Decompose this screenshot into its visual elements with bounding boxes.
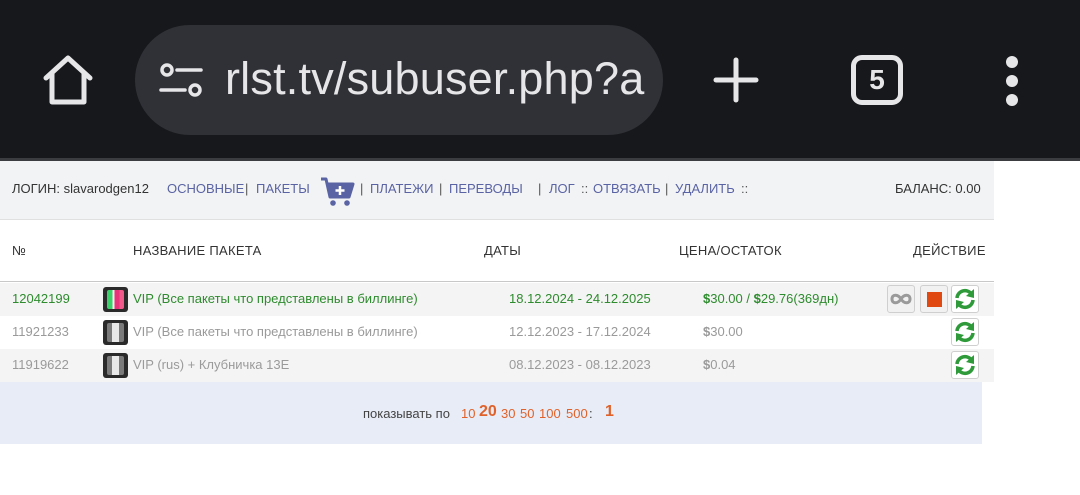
nav-separator: | — [665, 181, 669, 196]
page-size-option[interactable]: 50 — [520, 406, 534, 421]
balance-label: БАЛАНС: 0.00 — [895, 181, 981, 196]
nav-pakety-link[interactable]: ПАКЕТЫ — [256, 181, 310, 196]
tv-package-icon — [103, 320, 128, 345]
browser-toolbar: rlst.tv/subuser.php?a 5 — [0, 0, 1080, 158]
table-row: 11919622 VIP (rus) + Клубничка 13E 08.12… — [0, 349, 994, 382]
nav-udalit-link[interactable]: УДАЛИТЬ — [675, 181, 735, 196]
tv-package-icon — [103, 353, 128, 378]
renew-button[interactable] — [951, 318, 979, 346]
nav-platezhi-link[interactable]: ПЛАТЕЖИ — [370, 181, 434, 196]
new-tab-icon[interactable] — [712, 56, 760, 104]
nav-separator: :: — [741, 181, 749, 196]
current-page[interactable]: 1 — [605, 403, 614, 421]
infinity-icon — [890, 293, 912, 305]
col-price: ЦЕНА/ОСТАТОК — [679, 243, 782, 258]
package-id: 11919622 — [12, 357, 69, 372]
table-header: № НАЗВАНИЕ ПАКЕТА ДАТЫ ЦЕНА/ОСТАТОК ДЕЙС… — [0, 221, 994, 282]
refresh-icon — [955, 288, 975, 310]
col-package-name: НАЗВАНИЕ ПАКЕТА — [133, 243, 262, 258]
nav-osnovnye-link[interactable]: ОСНОВНЫЕ — [167, 181, 244, 196]
package-id: 11921233 — [12, 324, 69, 339]
nav-separator: | — [245, 181, 249, 196]
renew-button[interactable] — [951, 351, 979, 379]
stop-icon — [927, 292, 942, 307]
home-icon[interactable] — [40, 52, 96, 108]
package-name[interactable]: VIP (Все пакеты что представлены в билли… — [133, 291, 418, 306]
url-text[interactable]: rlst.tv/subuser.php?a — [225, 47, 644, 111]
package-price: $0.04 — [703, 357, 736, 372]
account-nav-bar: ЛОГИН: slavarodgen12 ОСНОВНЫЕ | ПАКЕТЫ |… — [0, 161, 994, 220]
login-label: ЛОГИН: slavarodgen12 — [12, 181, 149, 196]
package-id: 12042199 — [12, 291, 70, 306]
package-dates: 08.12.2023 - 08.12.2023 — [509, 357, 651, 372]
package-price: $30.00 — [703, 324, 743, 339]
table-row: 11921233 VIP (Все пакеты что представлен… — [0, 316, 994, 349]
nav-separator: :: — [581, 181, 589, 196]
site-settings-icon[interactable] — [159, 62, 203, 98]
page-size-option[interactable]: 500 — [566, 406, 588, 421]
page-size-option-selected[interactable]: 20 — [479, 403, 497, 421]
package-name[interactable]: VIP (rus) + Клубничка 13E — [133, 357, 289, 372]
page-size-label: показывать по — [363, 406, 450, 421]
tab-switcher-button[interactable]: 5 — [851, 55, 903, 105]
add-to-cart-icon[interactable] — [320, 175, 356, 207]
page-size-option[interactable]: 100 — [539, 406, 561, 421]
refresh-icon — [955, 354, 975, 376]
pager-colon: : — [589, 406, 593, 421]
col-num: № — [12, 243, 27, 258]
refresh-icon — [955, 321, 975, 343]
more-menu-icon[interactable] — [1003, 56, 1021, 106]
nav-log-link[interactable]: ЛОГ — [549, 181, 575, 196]
pagination-bar: показывать по 10 20 30 50 100 500 : 1 — [0, 382, 982, 444]
nav-otvyazat-link[interactable]: ОТВЯЗАТЬ — [593, 181, 661, 196]
package-name[interactable]: VIP (Все пакеты что представлены в билли… — [133, 324, 418, 339]
nav-separator: | — [538, 181, 542, 196]
stop-button[interactable] — [920, 285, 948, 313]
package-dates: 12.12.2023 - 17.12.2024 — [509, 324, 651, 339]
nav-separator: | — [360, 181, 364, 196]
table-row: 12042199 VIP (Все пакеты что представлен… — [0, 283, 994, 316]
page-size-option[interactable]: 10 — [461, 406, 475, 421]
nav-perevody-link[interactable]: ПЕРЕВОДЫ — [449, 181, 523, 196]
nav-separator: | — [439, 181, 443, 196]
renew-button[interactable] — [951, 285, 979, 313]
col-action: ДЕЙСТВИЕ — [913, 243, 986, 258]
unlimited-button[interactable] — [887, 285, 915, 313]
col-dates: ДАТЫ — [484, 243, 522, 258]
package-price: $30.00 / $29.76(369дн) — [703, 291, 839, 306]
package-dates: 18.12.2024 - 24.12.2025 — [509, 291, 651, 306]
address-bar[interactable]: rlst.tv/subuser.php?a — [135, 25, 663, 135]
page-size-option[interactable]: 30 — [501, 406, 515, 421]
tv-package-icon — [103, 287, 128, 312]
